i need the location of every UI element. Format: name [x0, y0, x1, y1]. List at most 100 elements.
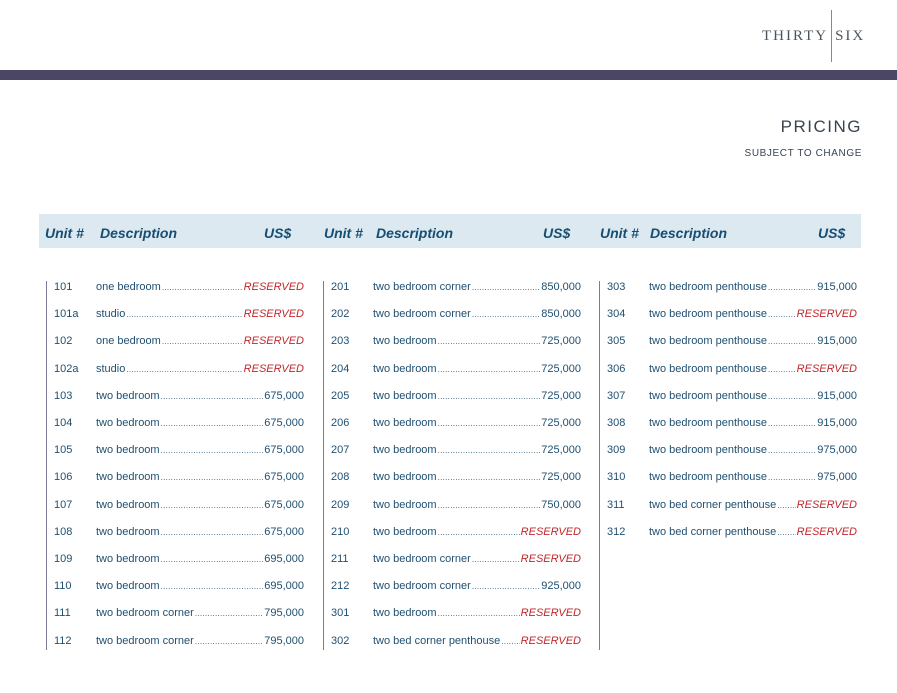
unit-price: RESERVED	[520, 553, 581, 565]
unit-price: 850,000	[541, 281, 581, 293]
unit-number: 210	[331, 525, 350, 538]
unit-number: 202	[331, 308, 350, 321]
table-row: 205 two bedroom..........................…	[324, 390, 582, 404]
unit-description-line: studio..................................…	[96, 308, 304, 320]
unit-description-line: studio..................................…	[96, 363, 304, 375]
unit-description-line: two bedroom penthouse...................…	[649, 417, 857, 429]
unit-description-line: two bedroom.............................…	[96, 417, 304, 429]
unit-description-line: two bedroom corner......................…	[373, 308, 581, 320]
table-row: 207 two bedroom..........................…	[324, 444, 582, 458]
unit-price: RESERVED	[520, 607, 581, 620]
dot-leader: ........................................…	[768, 283, 816, 292]
table-row: 302 two bed corner penthouse.............…	[324, 635, 582, 649]
unit-number: 309	[607, 444, 626, 457]
unit-description: two bedroom corner	[373, 553, 471, 565]
unit-number: 207	[331, 444, 350, 457]
unit-price: 675,000	[264, 389, 304, 402]
unit-number: 105	[54, 444, 73, 457]
top-band	[0, 70, 897, 80]
unit-price: 925,000	[541, 580, 581, 593]
unit-description: two bed corner penthouse	[649, 525, 777, 538]
dot-leader: ........................................…	[768, 310, 796, 320]
unit-description: two bedroom	[96, 580, 160, 593]
table-row: 308 two bedroom penthouse................…	[600, 417, 858, 431]
unit-description-line: two bedroom.............................…	[373, 417, 581, 429]
unit-price: RESERVED	[520, 634, 581, 647]
price-column-3: 303 two bedroom penthouse................…	[599, 281, 858, 650]
unit-number: 101	[54, 281, 73, 293]
unit-number: 107	[54, 498, 73, 511]
dot-leader: ........................................…	[437, 609, 520, 619]
dot-leader: ........................................…	[160, 419, 264, 428]
unit-description: two bed corner penthouse	[649, 498, 777, 511]
table-row: 204 two bedroom..........................…	[324, 363, 582, 377]
unit-description-line: two bedroom.............................…	[96, 580, 304, 592]
header-price: US$	[543, 225, 571, 241]
dot-leader: ........................................…	[160, 500, 264, 510]
unit-description-line: one bedroom.............................…	[96, 335, 304, 347]
table-row: 310 two bedroom penthouse................…	[600, 471, 858, 485]
unit-description: two bedroom	[96, 525, 160, 538]
header-price: US$	[264, 225, 292, 241]
unit-description-line: two bedroom corner......................…	[373, 580, 581, 592]
unit-price: 725,000	[541, 362, 581, 375]
unit-price: 675,000	[264, 444, 304, 457]
table-row: 305 two bedroom penthouse................…	[600, 335, 858, 349]
unit-number: 204	[331, 362, 350, 375]
unit-number: 211	[331, 553, 349, 565]
table-row: 106 two bedroom..........................…	[47, 471, 305, 485]
unit-description: two bedroom corner	[373, 281, 471, 293]
dot-leader: ........................................…	[126, 364, 243, 374]
table-row: 107 two bedroom..........................…	[47, 499, 305, 513]
unit-number: 306	[607, 362, 626, 375]
unit-description: two bedroom	[373, 498, 437, 511]
unit-description-line: two bedroom.............................…	[96, 553, 304, 565]
table-row: 112 two bedroom corner...................…	[47, 635, 305, 649]
dot-leader: ........................................…	[471, 555, 520, 564]
unit-price: RESERVED	[796, 362, 857, 375]
price-column-2: 201 two bedroom corner...................…	[323, 281, 582, 650]
unit-description-line: two bedroom penthouse...................…	[649, 308, 857, 320]
unit-number: 209	[331, 498, 350, 511]
unit-number: 312	[607, 525, 626, 538]
unit-description-line: two bedroom.............................…	[96, 499, 304, 511]
unit-description: two bedroom penthouse	[649, 471, 768, 484]
unit-number: 212	[331, 580, 350, 593]
unit-price: 695,000	[264, 580, 304, 593]
unit-number: 203	[331, 335, 350, 348]
dot-leader: ........................................…	[160, 473, 264, 483]
table-row: 311 two bed corner penthouse.............…	[600, 499, 858, 513]
table-row: 108 two bedroom..........................…	[47, 526, 305, 540]
page-title: PRICING	[780, 117, 862, 136]
unit-description: two bedroom corner	[373, 580, 471, 593]
dot-leader: ........................................…	[160, 582, 264, 592]
unit-price: 795,000	[264, 634, 304, 647]
dot-leader: ........................................…	[437, 337, 541, 347]
unit-description-line: two bedroom.............................…	[373, 499, 581, 511]
unit-description-line: two bedroom.............................…	[96, 390, 304, 402]
dot-leader: ........................................…	[161, 283, 243, 292]
table-row: 210 two bedroom..........................…	[324, 526, 582, 540]
dot-leader: ........................................…	[126, 310, 243, 320]
unit-price: 675,000	[264, 498, 304, 511]
unit-price: 675,000	[264, 525, 304, 538]
unit-description-line: two bedroom corner......................…	[373, 281, 581, 293]
table-row: 312 two bed corner penthouse.............…	[600, 526, 858, 540]
unit-price: RESERVED	[796, 525, 857, 538]
unit-price: 795,000	[264, 607, 304, 620]
dot-leader: ........................................…	[768, 446, 816, 456]
dot-leader: ........................................…	[437, 527, 520, 537]
unit-description-line: two bedroom penthouse...................…	[649, 471, 857, 483]
unit-number: 305	[607, 335, 626, 348]
table-row: 104 two bedroom..........................…	[47, 417, 305, 431]
unit-price: 675,000	[264, 471, 304, 484]
unit-description: two bedroom	[96, 417, 160, 429]
unit-price: RESERVED	[243, 281, 304, 293]
table-row: 103 two bedroom..........................…	[47, 390, 305, 404]
unit-number: 205	[331, 389, 350, 402]
unit-number: 101a	[54, 308, 79, 321]
table-row: 208 two bedroom..........................…	[324, 471, 582, 485]
dot-leader: ........................................…	[437, 364, 541, 374]
unit-description: two bedroom	[373, 417, 437, 429]
header-description: Description	[376, 225, 454, 241]
